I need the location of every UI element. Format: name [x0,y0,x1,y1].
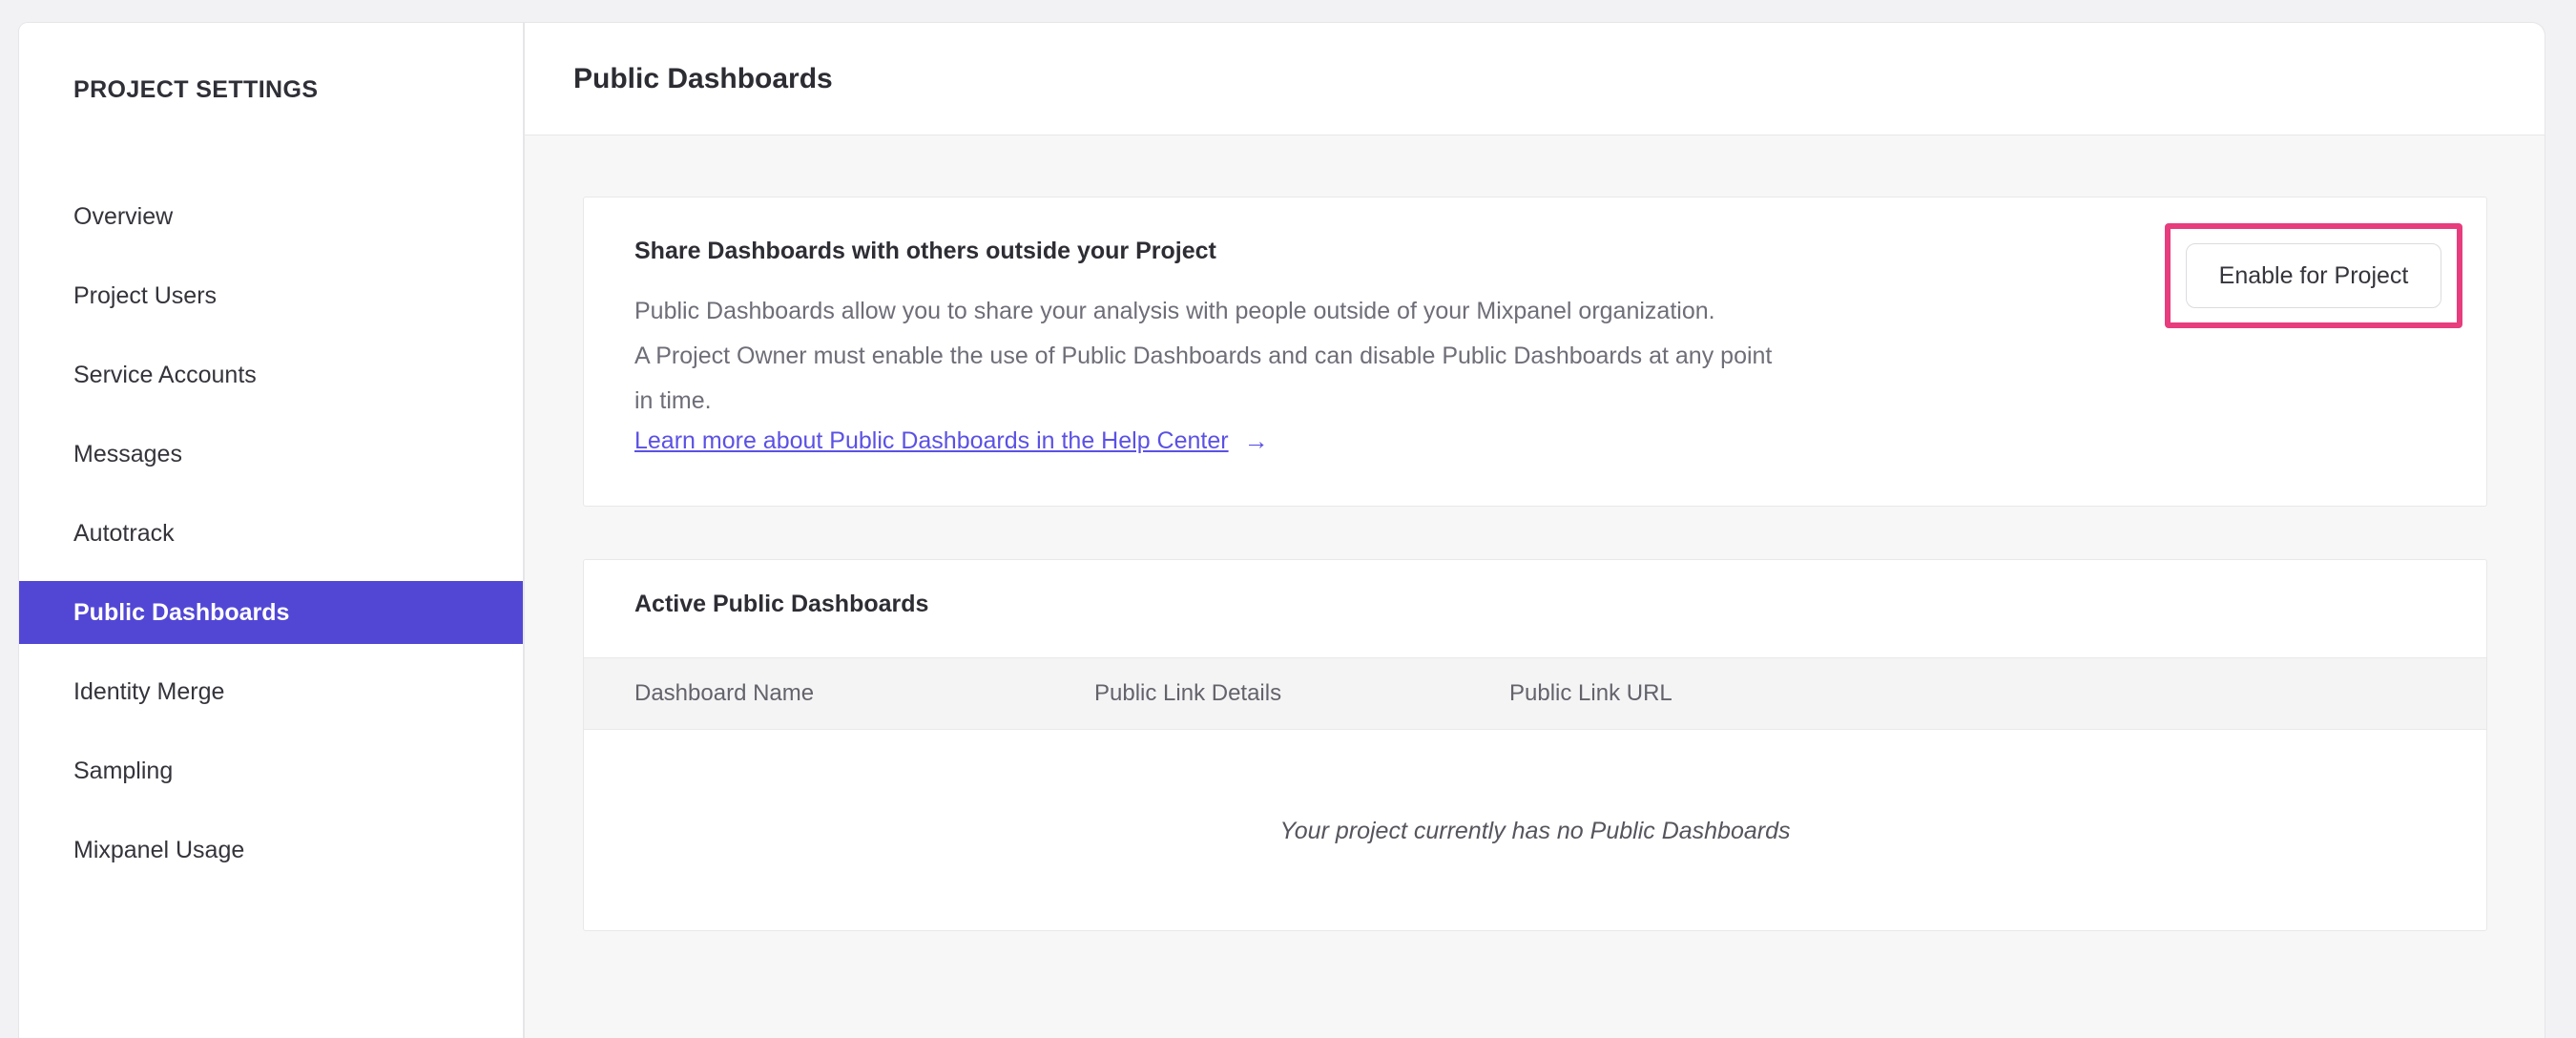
share-dashboards-card: Share Dashboards with others outside you… [583,197,2487,507]
active-card-title: Active Public Dashboards [634,591,929,617]
description-line-3: in time. [634,387,712,414]
page-title: Public Dashboards [573,62,833,94]
empty-state-message: Your project currently has no Public Das… [1279,817,1791,844]
main-panel: Public Dashboards Share Dashboards with … [524,22,2545,1038]
sidebar-item-overview[interactable]: Overview [19,185,523,248]
sidebar-item-project-users[interactable]: Project Users [19,264,523,327]
sidebar-item-public-dashboards[interactable]: Public Dashboards [19,581,523,644]
annotation-highlight-box: Enable for Project [2165,223,2462,328]
sidebar-title: PROJECT SETTINGS [73,76,319,103]
column-header-public-link-url: Public Link URL [1509,680,1672,706]
column-header-dashboard-name: Dashboard Name [634,680,815,706]
help-center-link-row: Learn more about Public Dashboards in th… [634,426,1269,456]
active-dashboards-card: Active Public Dashboards Dashboard Name … [583,559,2487,931]
arrow-right-icon: → [1243,426,1269,455]
description-line-1: Public Dashboards allow you to share you… [634,298,1715,324]
help-center-link[interactable]: Learn more about Public Dashboards in th… [634,427,1229,455]
sidebar-item-messages[interactable]: Messages [19,423,523,486]
dashboards-table-header: Dashboard Name Public Link Details Publi… [584,657,2486,730]
sidebar-item-sampling[interactable]: Sampling [19,739,523,802]
share-card-description: Public Dashboards allow you to share you… [634,289,1772,424]
sidebar-nav: Overview Project Users Service Accounts … [19,185,523,898]
sidebar-item-identity-merge[interactable]: Identity Merge [19,660,523,723]
enable-for-project-button[interactable]: Enable for Project [2186,243,2441,308]
sidebar-item-mixpanel-usage[interactable]: Mixpanel Usage [19,819,523,882]
column-header-public-link-details: Public Link Details [1094,680,1282,706]
project-settings-sidebar: PROJECT SETTINGS Overview Project Users … [18,22,524,1038]
sidebar-item-autotrack[interactable]: Autotrack [19,502,523,565]
description-line-2: A Project Owner must enable the use of P… [634,343,1773,369]
share-card-title: Share Dashboards with others outside you… [634,238,1216,264]
page: PROJECT SETTINGS Overview Project Users … [0,0,2576,1038]
empty-state-row: Your project currently has no Public Das… [584,730,2486,932]
main-header: Public Dashboards [525,23,2545,135]
sidebar-item-service-accounts[interactable]: Service Accounts [19,343,523,406]
